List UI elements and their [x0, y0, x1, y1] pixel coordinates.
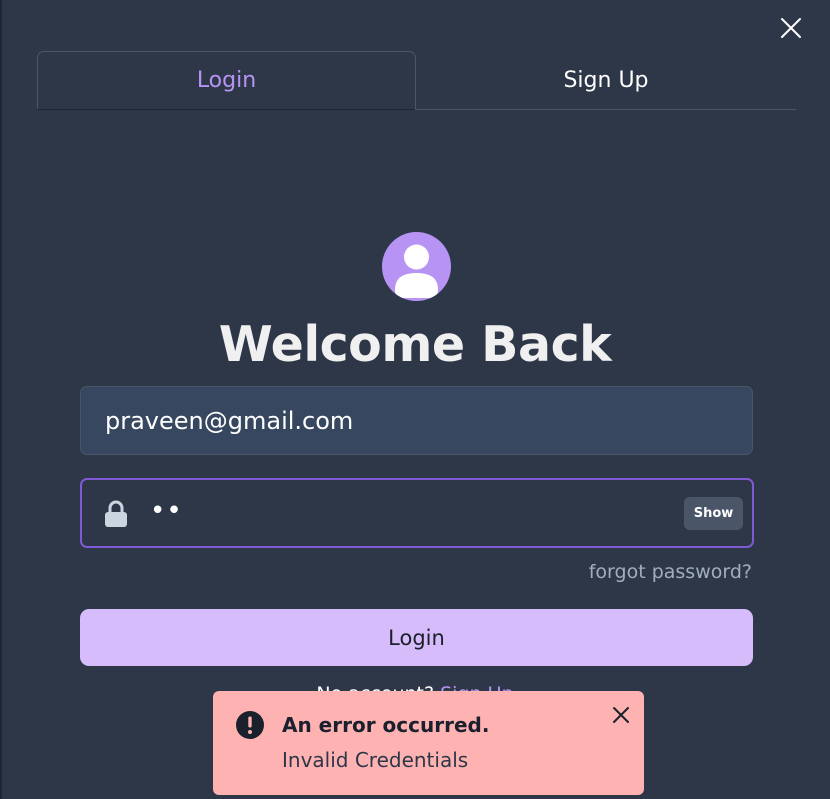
warning-circle-icon: [235, 710, 265, 740]
error-toast: An error occurred. Invalid Credentials: [213, 691, 644, 795]
tab-login[interactable]: Login: [37, 51, 416, 110]
toast-close-button[interactable]: [611, 705, 631, 725]
email-field[interactable]: praveen@gmail.com: [80, 386, 753, 455]
page-title: Welcome Back: [218, 316, 612, 373]
email-value: praveen@gmail.com: [105, 406, 354, 435]
user-avatar-icon: [395, 244, 438, 298]
close-modal-button[interactable]: [778, 15, 804, 41]
toast-title: An error occurred.: [282, 713, 490, 737]
tab-login-label: Login: [196, 68, 257, 93]
auth-tabs: Login Sign Up: [37, 51, 796, 110]
avatar: [382, 232, 451, 301]
toast-description: Invalid Credentials: [282, 748, 469, 772]
show-password-button[interactable]: Show: [684, 497, 743, 530]
tab-divider: [415, 109, 796, 110]
tab-signup[interactable]: Sign Up: [416, 51, 796, 109]
show-password-label: Show: [693, 506, 734, 521]
login-button[interactable]: Login: [80, 609, 753, 666]
login-button-label: Login: [388, 625, 445, 650]
tab-signup-label: Sign Up: [563, 67, 649, 93]
password-value: ••: [150, 496, 183, 526]
forgot-password-link[interactable]: forgot password?: [589, 561, 752, 583]
close-icon: [781, 18, 801, 38]
window-edge: [0, 0, 2, 799]
close-icon: [613, 707, 629, 723]
password-field[interactable]: •• Show: [80, 478, 754, 548]
lock-icon: [102, 499, 130, 529]
